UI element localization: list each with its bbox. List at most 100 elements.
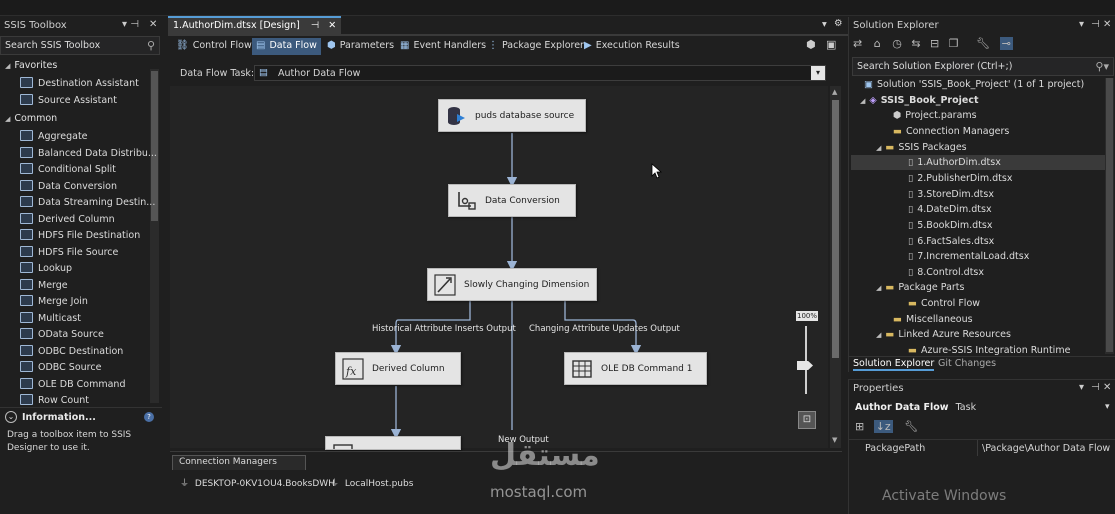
tree-item[interactable]: ▬ Azure-SSIS Integration Runtime [908,345,1070,361]
tree-item[interactable]: ◢ ▬ Package Parts [876,282,964,298]
copy-icon[interactable]: ❐ [949,37,959,50]
toolbox-item[interactable]: Derived Column [20,212,115,229]
property-value[interactable]: \Package\Author Data Flow [982,443,1110,454]
toolbox-item[interactable]: Aggregate [20,130,88,146]
tree-item[interactable]: ▯ 4.DateDim.dtsx [908,204,992,220]
toolbox-item[interactable]: Data Streaming Destin... [20,196,155,212]
tree-item[interactable]: ◢ ▬ Linked Azure Resources [876,329,1011,345]
toolbox-search-input[interactable]: Search SSIS Toolbox ⚲ [0,36,160,55]
tree-item[interactable]: ▬ Connection Managers [893,126,1009,142]
expand-icon[interactable]: ◢ [876,284,881,292]
dropdown-icon[interactable]: ▾ [1079,382,1084,393]
dropdown-icon[interactable]: ▾ [1105,402,1110,412]
toolbox-item[interactable]: Destination Assistant [20,77,139,93]
canvas-vertical-scrollbar[interactable]: ▲ ▼ [830,86,841,448]
tree-item[interactable]: ▬ Control Flow [908,298,980,314]
tab-dropdown-icon[interactable]: ▾ [822,19,827,30]
expand-icon[interactable]: ◢ [860,97,865,105]
search-icon[interactable]: ⚲▾ [1095,60,1109,73]
tree-item[interactable]: ▯ 5.BookDim.dtsx [908,220,993,236]
expand-icon[interactable]: ◢ [5,115,10,123]
tree-item[interactable]: ▯ 8.Control.dtsx [908,267,984,283]
tree-item[interactable]: ▯ 7.IncrementalLoad.dtsx [908,251,1029,267]
toolbox-item[interactable]: Source Assistant [20,93,117,110]
preview-icon[interactable]: ⊸ [999,37,1013,50]
toolbox-item[interactable]: HDFS File Destination [20,229,140,245]
toolbox-item[interactable]: OData Source [20,328,104,344]
tree-item[interactable]: ▣ Solution 'SSIS_Book_Project' (1 of 1 pr… [864,79,1084,95]
favorites-group[interactable]: ◢ Favorites [5,60,57,71]
solution-search-input[interactable]: Search Solution Explorer (Ctrl+;) ⚲▾ [852,57,1114,76]
dataflow-node-oledb[interactable]: OLE DB Command 1 [564,352,707,385]
tree-item[interactable]: ▯ 1.AuthorDim.dtsx [908,157,1001,173]
toolbox-item[interactable]: Multicast [20,311,81,328]
tree-item[interactable]: ▯ 3.StoreDim.dtsx [908,189,994,205]
close-icon[interactable]: ✕ [328,20,336,31]
dataflow-node-source[interactable]: puds database source [438,99,586,132]
document-tab[interactable]: 1.AuthorDim.dtsx [Design] ⊣ ✕ [168,16,342,34]
dataflow-node-derived[interactable]: fx Derived Column [335,352,461,385]
toolbox-item[interactable]: Conditional Split [20,163,116,179]
toolbox-item[interactable]: ODBC Destination [20,344,123,361]
home-icon[interactable]: ⌂ [874,37,881,50]
toolbox-item[interactable]: Merge [20,278,68,295]
tree-item[interactable]: ▯ 6.FactSales.dtsx [908,236,994,252]
tab-package-explorer[interactable]: ⋮ Package Explorer [484,38,588,55]
dataflow-canvas[interactable]: puds database source Data Conversion Slo… [170,86,828,450]
pin-icon[interactable]: ⊣ [1091,382,1100,393]
switch-views-icon[interactable]: ⇆ [911,37,920,50]
chevron-down-icon[interactable]: ▾ [811,66,825,80]
scrollbar-thumb[interactable] [832,100,839,358]
toolbox-item[interactable]: HDFS File Source [20,245,118,262]
toolbox-item[interactable]: Lookup [20,262,72,278]
tree-item[interactable]: ▯ 2.PublisherDim.dtsx [908,173,1012,189]
search-icon[interactable]: ⚲ [147,39,155,52]
common-group[interactable]: ◢ Common [5,113,57,124]
dataflow-node-scd[interactable]: Slowly Changing Dimension [427,268,597,301]
tab-parameters[interactable]: ⬢ Parameters [323,38,398,55]
alphabetical-icon[interactable]: ↓z [873,420,893,433]
toolbox-scrollbar[interactable] [150,69,159,403]
gear-icon[interactable]: ⚙ [834,18,843,29]
wrench-icon[interactable]: 🔧︎ [904,420,918,433]
solution-scrollbar[interactable] [1105,78,1114,354]
dropdown-icon[interactable]: ▾ [1079,19,1084,30]
panel-icon[interactable]: ▣ [826,38,836,51]
dataflow-node-destination[interactable] [325,436,461,450]
properties-object[interactable]: Author Data Flow Task [855,402,976,413]
toolbox-item[interactable]: OLE DB Command [20,377,125,394]
wrench-icon[interactable]: 🔧︎ [976,37,990,50]
close-icon[interactable]: ✕ [149,19,157,30]
scroll-up-icon[interactable]: ▲ [832,88,837,96]
toolbox-item[interactable]: Merge Join [20,295,88,311]
tab-control-flow[interactable]: ⛓ Control Flow [172,38,256,55]
sync-icon[interactable]: ⇄ [853,37,862,50]
pin-icon[interactable]: ▾ ⊣ [122,19,139,30]
collapse-all-icon[interactable]: ⊟ [930,37,939,50]
fit-view-icon[interactable]: ⊡ [798,411,816,429]
toolbox-item[interactable]: Balanced Data Distribu... [20,146,157,163]
package-icon[interactable]: ⬢ [806,38,816,51]
tree-item[interactable]: ▬ Miscellaneous [893,314,973,330]
pin-icon[interactable]: ⊣ [1091,19,1100,30]
tab-data-flow[interactable]: ▤ Data Flow [252,38,321,55]
connection-item[interactable]: ⏚ DESKTOP-0KV1OU4.BooksDWH [180,476,335,489]
close-icon[interactable]: ✕ [1103,19,1111,30]
history-icon[interactable]: ◷ [892,37,902,50]
categorized-icon[interactable]: ⊞ [855,420,864,433]
expand-icon[interactable]: ◢ [876,144,881,152]
scroll-down-icon[interactable]: ▼ [832,436,837,444]
connection-item[interactable]: ⏚ LocalHost.pubs [330,476,413,489]
tree-item[interactable]: ⬢ Project.params [893,110,977,126]
help-icon[interactable]: ? [144,412,154,422]
dataflow-node-conversion[interactable]: Data Conversion [448,184,576,217]
tree-item[interactable]: ◢ ◈ SSIS_Book_Project [860,95,979,111]
tab-execution-results[interactable]: ▶ Execution Results [580,38,684,55]
toolbox-item[interactable]: Data Conversion [20,179,117,196]
connection-managers-tab[interactable]: Connection Managers [172,455,306,470]
task-select[interactable]: ▤ Author Data Flow ▾ [254,65,826,81]
pin-icon[interactable]: ⊣ [311,20,319,31]
scrollbar-thumb[interactable] [1106,78,1113,352]
tab-event-handlers[interactable]: ▦ Event Handlers [396,38,490,55]
expand-icon[interactable]: ◢ [5,62,10,70]
